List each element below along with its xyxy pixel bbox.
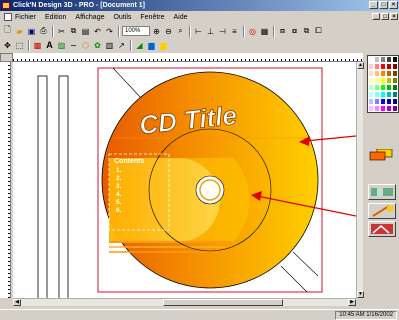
spine-guide-left[interactable]: [37, 75, 48, 298]
status-bar: 10:45 AM 1/16/2002: [0, 309, 399, 320]
scroll-right-icon[interactable]: ▶: [348, 299, 356, 306]
paste-icon[interactable]: ▤: [80, 26, 91, 37]
doc-restore-button[interactable]: □: [381, 13, 389, 20]
image-tool-icon[interactable]: ▨: [56, 40, 67, 51]
align-center-icon[interactable]: ⊥: [205, 26, 216, 37]
contents-heading: Contents: [114, 158, 144, 165]
scroll-left-icon[interactable]: ◀: [13, 299, 21, 306]
select-tool-icon[interactable]: ⬚: [14, 40, 25, 51]
color-swatch-grid[interactable]: [367, 55, 399, 113]
menu-bar: Fichier Edition Affichage Outils Fenêtre…: [0, 11, 399, 23]
contents-line-5: 5.: [116, 199, 122, 206]
horizontal-scrollbar[interactable]: ◀ ▶: [13, 298, 356, 306]
move-tool-icon[interactable]: ✥: [2, 40, 13, 51]
menu-outils[interactable]: Outils: [113, 14, 131, 21]
contents-line-6: 6.: [116, 207, 122, 214]
scroll-thumb[interactable]: [163, 299, 283, 306]
open-folder-icon[interactable]: ▰: [14, 26, 25, 37]
align-left-icon[interactable]: ⊢: [193, 26, 204, 37]
scroll-up-icon[interactable]: ▲: [357, 62, 364, 69]
menu-fichier[interactable]: Fichier: [15, 14, 36, 21]
menu-edition[interactable]: Edition: [45, 14, 66, 21]
corner-guide-br: [280, 265, 308, 293]
undo-icon[interactable]: ↶: [92, 26, 103, 37]
clipart-tool-icon[interactable]: ✿: [92, 40, 103, 51]
disc-template-icon[interactable]: ◎: [247, 26, 258, 37]
back-icon[interactable]: ⧠: [313, 26, 324, 37]
color-swatch[interactable]: [392, 56, 398, 63]
save-icon[interactable]: ▣: [26, 26, 37, 37]
menu-fenetre[interactable]: Fenêtre: [140, 14, 164, 21]
app-icon: [2, 2, 10, 9]
curve-tool-icon[interactable]: ↗: [116, 40, 127, 51]
callout-arrow-palette: [299, 135, 356, 146]
contents-line-2: 2.: [116, 175, 122, 182]
shape-tool-icon[interactable]: ⬡: [80, 40, 91, 51]
zoom-select[interactable]: 100%: [122, 26, 150, 36]
color-swatch[interactable]: [392, 77, 398, 84]
text-tool-icon[interactable]: A: [44, 40, 55, 51]
color-swatch[interactable]: [392, 63, 398, 70]
zoom-out-icon[interactable]: ⊖: [163, 26, 174, 37]
close-button[interactable]: ×: [389, 1, 398, 9]
window-title: Click'N Design 3D - PRO - [Document 1]: [13, 2, 145, 9]
copy-icon[interactable]: ⧉: [68, 26, 79, 37]
front-icon[interactable]: ⧉: [301, 26, 312, 37]
doc-minimize-button[interactable]: _: [372, 13, 380, 20]
effects-tool-button[interactable]: [368, 221, 396, 237]
ungroup-icon[interactable]: ⧇: [289, 26, 300, 37]
color-swatch[interactable]: [392, 70, 398, 77]
menu-aide[interactable]: Aide: [174, 14, 188, 21]
grid-icon[interactable]: ▦: [259, 26, 270, 37]
new-file-icon[interactable]: 🗋: [2, 25, 13, 37]
color-swatch[interactable]: [392, 91, 398, 98]
color-swatch[interactable]: [392, 98, 398, 105]
document-icon[interactable]: [4, 13, 12, 21]
contents-line-3: 3.: [116, 183, 122, 190]
cut-icon[interactable]: ✂: [56, 26, 67, 37]
scroll-down-icon[interactable]: ▼: [357, 291, 364, 298]
line-color-icon[interactable]: ▆: [146, 40, 157, 51]
fill-tool-icon[interactable]: ◢: [134, 40, 145, 51]
vertical-ruler: [0, 62, 11, 298]
contents-line-4: 4.: [116, 191, 122, 198]
design-canvas[interactable]: CD Title Contents 1. 2. 3. 4. 5. 6.: [13, 62, 356, 298]
ruler-corner: [0, 53, 13, 62]
status-clock: 10:45 AM 1/16/2002: [335, 311, 397, 320]
gradient-tool-button[interactable]: [368, 184, 396, 200]
horizontal-ruler: [13, 53, 363, 62]
fill-color-preview[interactable]: [369, 148, 393, 161]
align-right-icon[interactable]: ⊣: [217, 26, 228, 37]
barcode-tool-icon[interactable]: ▥: [104, 40, 115, 51]
fill-color-icon[interactable]: ▆: [158, 40, 169, 51]
standard-toolbar: 🗋 ▰ ▣ ⎙ ✂ ⧉ ▤ ↶ ↷ 100% ⊕ ⊖ ⌕ ⊢ ⊥ ⊣ ≡ ◎ ▦…: [0, 24, 399, 38]
redo-icon[interactable]: ↷: [104, 26, 115, 37]
print-icon[interactable]: ⎙: [38, 26, 49, 37]
drawing-toolbar: ✥ ⬚ ▩ A ▨ ∼ ⬡ ✿ ▥ ↗ ◢ ▆ ▆: [0, 38, 399, 52]
distribute-icon[interactable]: ≡: [229, 26, 240, 37]
workspace: CD Title Contents 1. 2. 3. 4. 5. 6. ▲ ▼ …: [0, 53, 364, 309]
zoom-in-icon[interactable]: ⊕: [151, 26, 162, 37]
primary-color-chip[interactable]: [369, 151, 386, 161]
title-bar: Click'N Design 3D - PRO - [Document 1] _…: [0, 0, 399, 11]
brush-tool-button[interactable]: [368, 203, 396, 219]
zoom-fit-icon[interactable]: ⌕: [175, 26, 186, 37]
group-icon[interactable]: ⧈: [277, 26, 288, 37]
contents-line-1: 1.: [116, 167, 122, 174]
corner-guide-tl: [112, 67, 142, 99]
doc-close-button[interactable]: ×: [390, 13, 398, 20]
color-swatch[interactable]: [392, 84, 398, 91]
spine-guide-right[interactable]: [58, 75, 69, 298]
vertical-scrollbar[interactable]: ▲ ▼: [356, 62, 364, 298]
color-palette-panel: [365, 53, 399, 309]
color-swatch[interactable]: [392, 105, 398, 112]
menu-affichage[interactable]: Affichage: [75, 14, 104, 21]
line-tool-icon[interactable]: ∼: [68, 40, 79, 51]
photo-tool-icon[interactable]: ▩: [32, 40, 43, 51]
maximize-button[interactable]: □: [379, 1, 388, 9]
minimize-button[interactable]: _: [369, 1, 378, 9]
